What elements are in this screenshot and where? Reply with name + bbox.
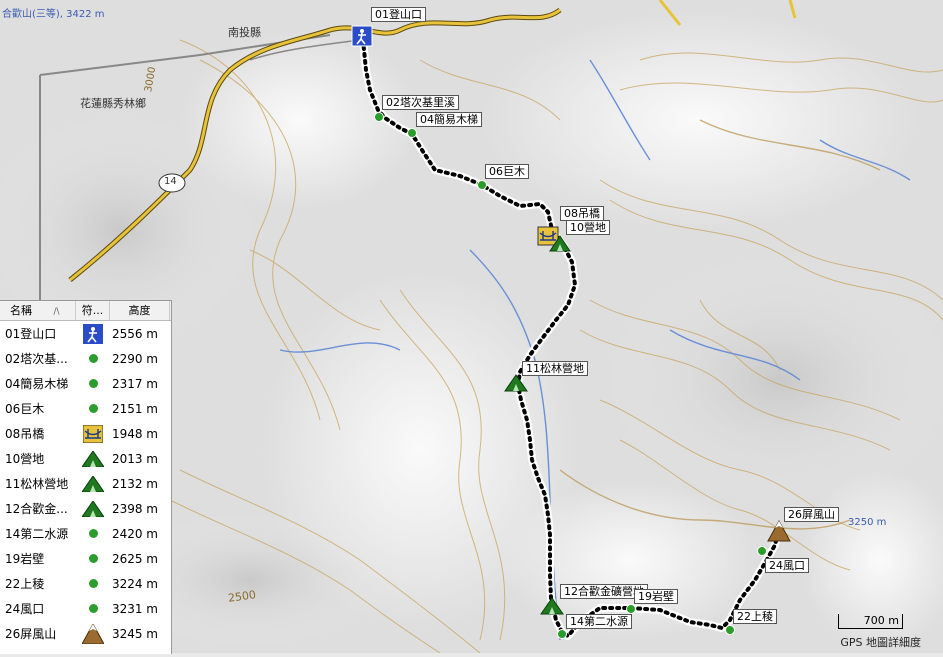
sort-indicator-icon: /\: [53, 307, 60, 317]
green-dot-icon: [76, 354, 110, 363]
waypoint-hiker-01: [351, 25, 373, 47]
waypoint-altitude: 2013 m: [111, 451, 158, 466]
waypoint-altitude: 2132 m: [111, 476, 158, 491]
waypoint-dot-14: [557, 629, 567, 639]
waypoint-row[interactable]: 10營地 2013 m: [0, 446, 171, 471]
map-label-02[interactable]: 02塔次基里溪: [382, 95, 459, 110]
bridge-icon: [76, 424, 110, 443]
map-label-08[interactable]: 08吊橋: [560, 206, 604, 221]
waypoint-row[interactable]: 06巨木 2151 m: [0, 396, 171, 421]
waypoint-row[interactable]: 14第二水源 2420 m: [0, 521, 171, 546]
map-detail-label: GPS 地圖詳細度: [840, 636, 921, 649]
map-label-19[interactable]: 19岩壁: [634, 589, 678, 604]
summit-reference-label: 合歡山(三等), 3422 m: [2, 9, 105, 20]
summit-icon: [76, 623, 110, 644]
waypoint-name: 11松林營地: [5, 477, 69, 491]
map-label-24[interactable]: 24風口: [765, 558, 809, 573]
map-label-11[interactable]: 11松林營地: [522, 361, 588, 376]
waypoint-row[interactable]: 08吊橋 1948 m: [0, 421, 171, 446]
waypoint-row[interactable]: 01登山口 2556 m: [0, 321, 171, 346]
waypoint-row[interactable]: 12合歡金... 2398 m: [0, 496, 171, 521]
waypoint-list-panel: 名稱 /\ 符... 高度 01登山口 2556 m 02塔次基... 2290 m0…: [0, 300, 172, 654]
tent-icon: [76, 475, 110, 492]
column-header-name[interactable]: 名稱 /\: [0, 301, 76, 320]
township-label: 花蓮縣秀林鄉: [80, 97, 146, 110]
waypoint-name: 22上稜: [5, 577, 45, 591]
waypoint-row[interactable]: 22上稜 3224 m: [0, 571, 171, 596]
waypoint-altitude: 2398 m: [111, 501, 158, 516]
map-label-14[interactable]: 14第二水源: [566, 614, 632, 629]
waypoint-name: 14第二水源: [5, 527, 69, 541]
waypoint-altitude: 2556 m: [111, 326, 158, 341]
waypoint-list-rows: 01登山口 2556 m 02塔次基... 2290 m 04簡易木梯 2317 m 06巨…: [0, 321, 171, 646]
waypoint-name: 02塔次基...: [5, 352, 68, 366]
column-header-altitude[interactable]: 高度: [110, 301, 170, 320]
green-dot-icon: [76, 404, 110, 413]
waypoint-dot-19: [626, 604, 636, 614]
waypoint-altitude: 3231 m: [111, 601, 158, 616]
waypoint-altitude: 2625 m: [111, 551, 158, 566]
map-label-06[interactable]: 06巨木: [485, 164, 529, 179]
map-label-26[interactable]: 26屏風山: [784, 507, 839, 522]
column-header-symbol[interactable]: 符...: [76, 301, 110, 320]
waypoint-name: 24風口: [5, 602, 45, 616]
green-dot-icon: [76, 604, 110, 613]
waypoint-dot-02: [374, 112, 384, 122]
hiker-icon: [76, 323, 110, 344]
waypoint-row[interactable]: 04簡易木梯 2317 m: [0, 371, 171, 396]
waypoint-row[interactable]: 19岩壁 2625 m: [0, 546, 171, 571]
road-number-label: 14: [164, 176, 177, 187]
waypoint-row[interactable]: 02塔次基... 2290 m: [0, 346, 171, 371]
waypoint-name: 19岩壁: [5, 552, 45, 566]
map-label-22[interactable]: 22上稜: [733, 609, 777, 624]
green-dot-icon: [76, 529, 110, 538]
waypoint-row[interactable]: 24風口 3231 m: [0, 596, 171, 621]
waypoint-dot-04: [407, 128, 417, 138]
waypoint-altitude: 2317 m: [111, 376, 158, 391]
peak-altitude-label: 3250 m: [848, 517, 887, 528]
waypoint-dot-22: [725, 625, 735, 635]
waypoint-altitude: 2420 m: [111, 526, 158, 541]
county-label: 南投縣: [228, 26, 261, 39]
waypoint-altitude: 3245 m: [111, 626, 158, 641]
waypoint-name: 04簡易木梯: [5, 377, 69, 391]
waypoint-dot-06: [477, 180, 487, 190]
waypoint-altitude: 1948 m: [111, 426, 158, 441]
waypoint-list-header: 名稱 /\ 符... 高度: [0, 301, 171, 321]
waypoint-altitude: 2151 m: [111, 401, 158, 416]
waypoint-altitude: 2290 m: [111, 351, 158, 366]
map-label-10[interactable]: 10營地: [566, 220, 610, 235]
map-label-04[interactable]: 04簡易木梯: [416, 112, 482, 127]
waypoint-altitude: 3224 m: [111, 576, 158, 591]
map-label-01[interactable]: 01登山口: [371, 7, 426, 22]
waypoint-name: 08吊橋: [5, 427, 45, 441]
waypoint-dot-24: [757, 546, 767, 556]
green-dot-icon: [76, 379, 110, 388]
waypoint-row[interactable]: 26屏風山 3245 m: [0, 621, 171, 646]
waypoint-name: 10營地: [5, 452, 45, 466]
waypoint-name: 12合歡金...: [5, 502, 68, 516]
scale-bar: 700 m: [838, 614, 903, 629]
waypoint-name: 01登山口: [5, 327, 57, 341]
tent-icon: [76, 450, 110, 467]
green-dot-icon: [76, 579, 110, 588]
waypoint-row[interactable]: 11松林營地 2132 m: [0, 471, 171, 496]
waypoint-name: 26屏風山: [5, 627, 57, 641]
waypoint-bridge-08: [537, 226, 559, 246]
green-dot-icon: [76, 554, 110, 563]
waypoint-name: 06巨木: [5, 402, 45, 416]
tent-icon: [76, 500, 110, 517]
